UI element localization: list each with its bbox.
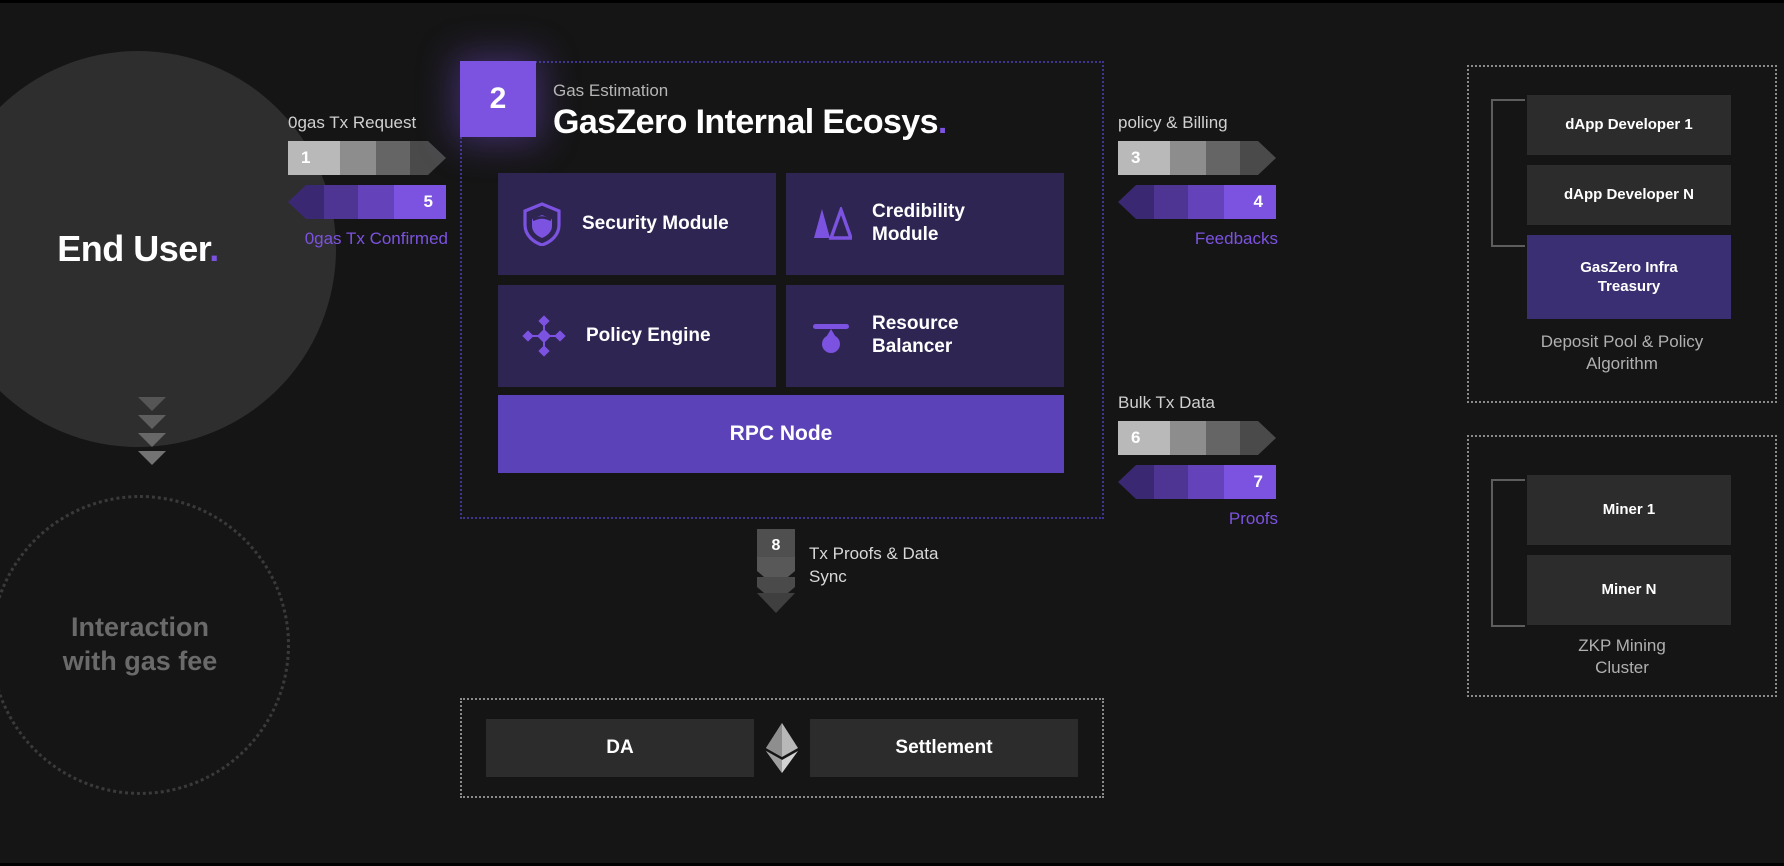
end-user-label: End User. (57, 228, 219, 270)
flow-tx-proofs-data-sync: 8 Tx Proofs & Data Sync (757, 529, 938, 618)
ethereum-icon (754, 723, 810, 773)
end-user-accent-dot: . (209, 228, 219, 269)
miner-n-box[interactable]: Miner N (1527, 555, 1731, 625)
miner-bracket-icon (1491, 479, 1525, 627)
dapp-developer-n-box[interactable]: dApp Developer N (1527, 165, 1731, 225)
flow-label-bulk-tx-data: Bulk Tx Data (1118, 393, 1216, 412)
deposit-pool-panel: dApp Developer 1 dApp Developer N GasZer… (1467, 65, 1777, 403)
settlement-box[interactable]: Settlement (810, 719, 1078, 777)
da-box[interactable]: DA (486, 719, 754, 777)
flow-user-request: 0gas Tx Request 1 5 0gas Tx Confirmed (288, 113, 448, 249)
module-card-security[interactable]: Security Module (498, 173, 776, 275)
balancer-icon (810, 317, 852, 355)
flow-label-proofs: Proofs (1228, 509, 1278, 528)
modules-grid: Security Module Credibility Module Polic… (498, 173, 1064, 387)
dapp-bracket-icon (1491, 99, 1525, 247)
arrow-number-3: 3 (1131, 148, 1141, 167)
zkp-mining-caption-line2: Cluster (1595, 658, 1649, 678)
arrow-number-1: 1 (301, 148, 311, 167)
module-label-credibility-line1: Credibility (872, 201, 965, 223)
module-card-resource-balancer[interactable]: Resource Balancer (786, 285, 1064, 387)
module-label-credibility: Credibility Module (872, 201, 965, 247)
rpc-node-block[interactable]: RPC Node (498, 395, 1064, 473)
dapp-developer-n-label: dApp Developer N (1563, 186, 1695, 204)
settlement-label: Settlement (895, 737, 993, 758)
treasury-label-line2: Treasury (1597, 278, 1661, 295)
flow-policy-billing: policy & Billing 3 4 Feedbacks (1118, 113, 1278, 249)
ecosystem-title: GasZero Internal Ecosys. (553, 103, 947, 142)
gaszero-infra-treasury-box[interactable]: GasZero Infra Treasury (1527, 235, 1731, 319)
arrow-number-7: 7 (1253, 472, 1263, 491)
miner-1-box[interactable]: Miner 1 (1527, 475, 1731, 545)
ecosystem-title-text: GasZero Internal Ecosys (553, 103, 939, 141)
gaszero-infra-treasury-label: GasZero Infra Treasury (1580, 258, 1678, 297)
flow-label-0gas-tx-confirmed: 0gas Tx Confirmed (304, 229, 448, 248)
deposit-pool-caption-line2: Algorithm (1586, 354, 1658, 374)
arrow-number-5: 5 (423, 192, 433, 211)
treasury-label-line1: GasZero Infra (1580, 258, 1678, 276)
miner-n-label: Miner N (1601, 581, 1657, 599)
deposit-pool-caption-line1: Deposit Pool & Policy (1540, 332, 1704, 351)
arrow-forward-3: 3 (1118, 141, 1278, 175)
deposit-pool-caption: Deposit Pool & Policy Algorithm (1469, 331, 1775, 375)
zkp-mining-caption: ZKP Mining Cluster (1469, 635, 1775, 679)
arrow-number-6: 6 (1131, 428, 1141, 447)
arrow-forward-6: 6 (1118, 421, 1278, 455)
module-label-resource-line1: Resource (872, 313, 959, 335)
ecosystem-heading: Gas Estimation GasZero Internal Ecosys. (553, 81, 947, 142)
policy-nodes-icon (522, 315, 566, 357)
arrow-back-5: 5 (288, 185, 448, 219)
diagram-canvas: End User. Interaction with gas fee 0gas … (0, 0, 1784, 866)
down-chevrons-icon (132, 395, 172, 467)
arrow-number-8: 8 (771, 537, 781, 554)
module-label-resource-balancer: Resource Balancer (872, 313, 959, 359)
ecosystem-title-accent-dot: . (937, 103, 947, 141)
arrow-forward-1: 1 (288, 141, 448, 175)
flow-label-tx-proofs: Tx Proofs & Data Sync (809, 543, 938, 589)
settlement-layer-panel: DA Settlement (460, 698, 1104, 798)
dapp-developer-1-box[interactable]: dApp Developer 1 (1527, 95, 1731, 155)
module-card-policy-engine[interactable]: Policy Engine (498, 285, 776, 387)
interaction-line-1: Interaction (70, 612, 209, 643)
triangles-icon (810, 207, 852, 241)
end-user-text: End User (57, 228, 210, 269)
interaction-label: Interaction with gas fee (63, 611, 218, 679)
end-user-node: End User. (0, 51, 336, 447)
step-badge-number: 2 (489, 82, 507, 115)
module-card-credibility[interactable]: Credibility Module (786, 173, 1064, 275)
zkp-mining-caption-line1: ZKP Mining (1578, 636, 1666, 655)
da-label: DA (606, 737, 634, 758)
step-badge-2: 2 (460, 61, 536, 137)
flow-label-tx-proofs-line1: Tx Proofs & Data (809, 544, 939, 563)
arrow-back-7: 7 (1118, 465, 1278, 499)
module-label-policy-engine: Policy Engine (586, 324, 711, 346)
module-label-credibility-line2: Module (872, 224, 939, 245)
arrow-back-4: 4 (1118, 185, 1278, 219)
flow-bulk-tx-data: Bulk Tx Data 6 7 Proofs (1118, 393, 1278, 529)
zkp-mining-cluster-panel: Miner 1 Miner N ZKP Mining Cluster (1467, 435, 1777, 697)
module-label-resource-line2: Balancer (872, 336, 953, 357)
arrow-number-4: 4 (1253, 192, 1263, 211)
flow-label-0gas-tx-request: 0gas Tx Request (288, 113, 417, 132)
flow-label-policy-billing: policy & Billing (1118, 113, 1228, 132)
ecosystem-subtitle: Gas Estimation (553, 81, 669, 100)
interaction-line-2: with gas fee (62, 646, 218, 676)
flow-label-tx-proofs-line2: Sync (809, 566, 847, 586)
dapp-developer-1-label: dApp Developer 1 (1565, 116, 1693, 134)
interaction-with-gas-fee-node: Interaction with gas fee (0, 495, 290, 795)
flow-label-feedbacks: Feedbacks (1194, 229, 1278, 248)
shield-icon (522, 202, 562, 246)
miner-1-label: Miner 1 (1602, 501, 1656, 519)
rpc-node-label: RPC Node (729, 422, 833, 445)
module-label-security: Security Module (582, 212, 729, 234)
